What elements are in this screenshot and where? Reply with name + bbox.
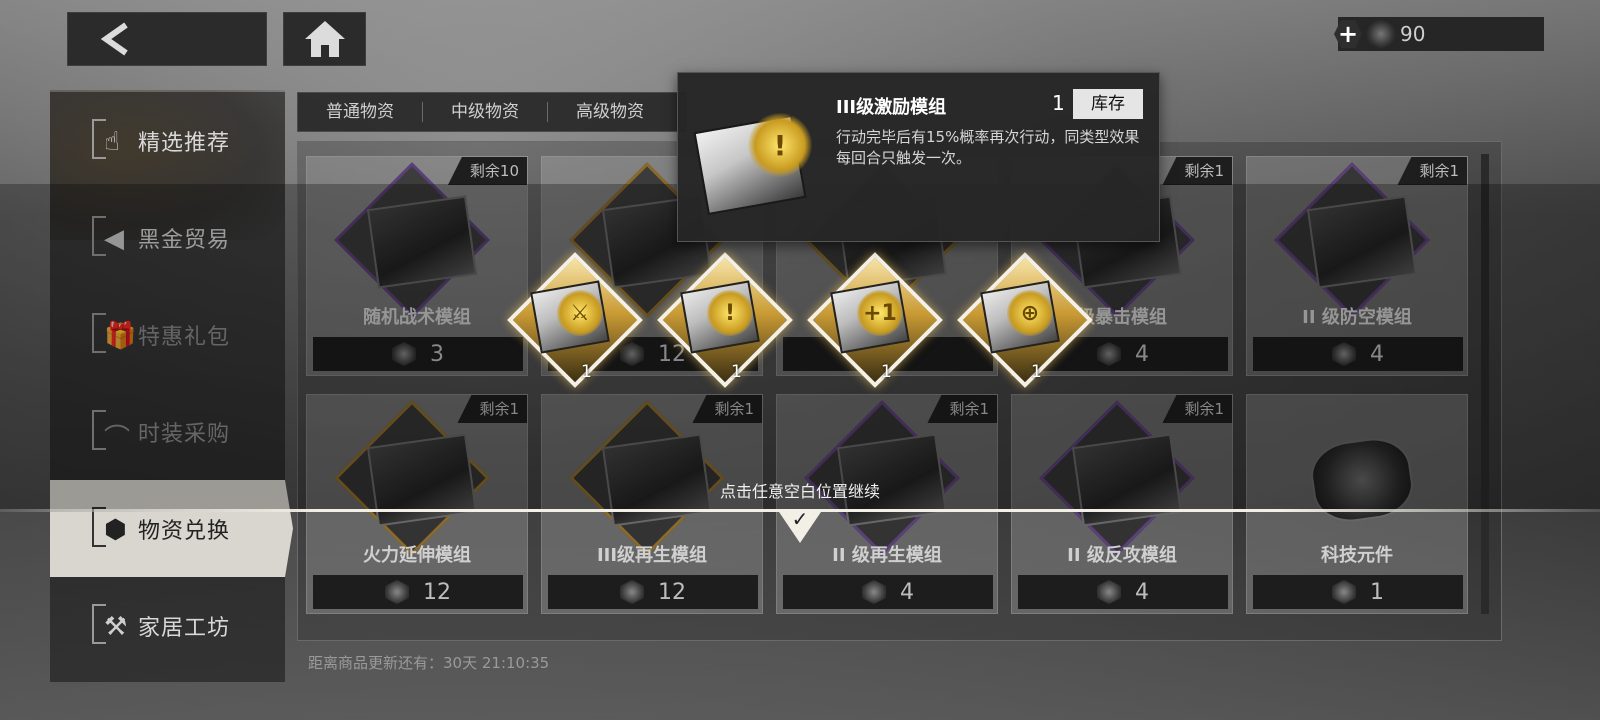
reward-qty: 1: [731, 362, 742, 382]
reward-qty: 1: [881, 362, 892, 382]
featured-icon: ☝: [92, 118, 134, 163]
item-name: III级再生模组: [596, 545, 708, 566]
home-button[interactable]: [283, 12, 366, 66]
item-name: 科技元件: [1321, 545, 1393, 566]
remain-badge: 剩余1: [1162, 157, 1232, 185]
currency-cube-icon: [1332, 580, 1356, 604]
currency-cube-icon: [1366, 19, 1396, 49]
sidebar-item-label: 精选推荐: [138, 130, 231, 156]
currency-cube-icon: [385, 580, 409, 604]
reward-item[interactable]: ⚔ 1: [505, 250, 645, 390]
reward-qty: 1: [1031, 362, 1042, 382]
tooltip-qty: 1: [1052, 91, 1065, 115]
sidebar-item-home-workshop[interactable]: ⚒ 家居工坊: [50, 577, 285, 674]
supply-tabs: 普通物资 中级物资 高级物资: [297, 92, 687, 132]
boost-emblem-icon: !: [707, 290, 753, 336]
inventory-label: 库存: [1073, 89, 1143, 119]
tooltip-description: 行动完毕后有15%概率再次行动，同类型效果每回合只触发一次。: [836, 128, 1140, 167]
reward-item[interactable]: ⊕ 1: [955, 250, 1095, 390]
reward-qty: 1: [581, 362, 592, 382]
home-icon: [304, 21, 345, 57]
currency-value: 90: [1400, 22, 1426, 46]
workshop-icon: ⚒: [92, 603, 134, 648]
currency-display: + 90: [1334, 17, 1544, 51]
continue-prompt: 点击任意空白位置继续: [719, 482, 880, 501]
remain-badge: 剩余10: [447, 157, 527, 185]
item-name: II 级再生模组: [832, 545, 942, 566]
reward-item[interactable]: ! 1: [655, 250, 795, 390]
tooltip-title: III级激励模组: [836, 97, 947, 118]
tooltip-item-image: !: [692, 93, 822, 223]
shield-emblem-icon: ⊕: [1007, 290, 1053, 336]
back-button[interactable]: [67, 12, 267, 66]
boost-emblem-icon: !: [748, 113, 812, 177]
item-tooltip: ! III级激励模组 1 库存 行动完毕后有15%概率再次行动，同类型效果每回合…: [677, 72, 1160, 242]
price-tag: 12: [313, 575, 523, 609]
price-tag: 4: [783, 575, 993, 609]
tab-normal[interactable]: 普通物资: [298, 102, 423, 122]
plus-one-emblem-icon: +1: [857, 290, 903, 336]
sidebar-item-label: 家居工坊: [138, 615, 231, 641]
item-name: II 级反攻模组: [1067, 545, 1177, 566]
add-currency-icon[interactable]: +: [1334, 20, 1362, 48]
currency-cube-icon: [862, 580, 886, 604]
item-name: 火力延伸模组: [363, 545, 471, 566]
tab-intermediate[interactable]: 中级物资: [423, 102, 548, 122]
sidebar-item-label: 物资兑换: [138, 518, 231, 544]
remain-badge: 剩余1: [1397, 157, 1467, 185]
box-icon: ⬢: [92, 506, 134, 551]
back-arrow-icon: [100, 22, 128, 56]
price-tag: 12: [548, 575, 758, 609]
reward-item[interactable]: +1 1: [805, 250, 945, 390]
currency-cube-icon: [620, 580, 644, 604]
refresh-timer: 距离商品更新还有：30天 21:10:35: [308, 654, 550, 672]
tab-advanced[interactable]: 高级物资: [548, 102, 672, 122]
price-tag: 4: [1018, 575, 1228, 609]
sidebar-item-featured[interactable]: ☝ 精选推荐: [50, 92, 285, 189]
reward-list: ⚔ 1 ! 1 +1 1 ⊕ 1: [505, 250, 1105, 390]
sword-emblem-icon: ⚔: [557, 290, 603, 336]
currency-cube-icon: [1097, 580, 1121, 604]
price-tag: 1: [1253, 575, 1463, 609]
